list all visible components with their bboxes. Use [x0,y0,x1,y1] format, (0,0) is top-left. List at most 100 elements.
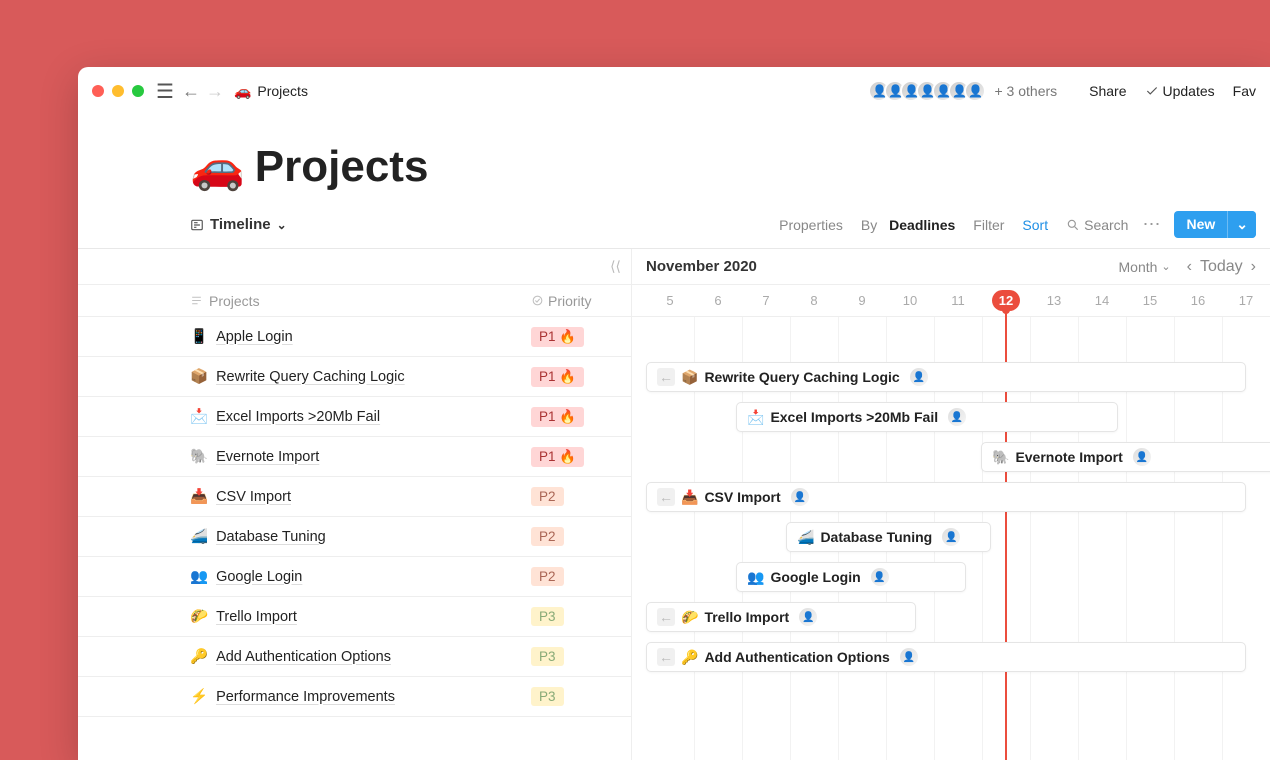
priority-cell[interactable]: P1 🔥 [531,407,631,427]
timeline-bar[interactable]: 🐘Evernote Import👤 [981,442,1270,472]
bar-emoji: 🚄 [797,529,814,546]
table-row[interactable]: 📱Apple LoginP1 🔥 [78,317,631,357]
table-row[interactable]: ⚡Performance ImprovementsP3 [78,677,631,717]
bar-drag-handle-icon[interactable]: ← [657,648,675,666]
project-title-cell[interactable]: ⚡Performance Improvements [190,688,531,705]
date-cell[interactable]: 6 [694,293,742,308]
nav-arrows: ← → [182,81,224,102]
priority-cell[interactable]: P3 [531,607,631,626]
priority-cell[interactable]: P1 🔥 [531,447,631,467]
hamburger-menu-icon[interactable]: ☰ [156,79,174,104]
table-row[interactable]: 📩Excel Imports >20Mb FailP1 🔥 [78,397,631,437]
timeline-bar[interactable]: 🚄Database Tuning👤 [786,522,991,552]
date-cell[interactable]: 16 [1174,293,1222,308]
date-cell[interactable]: 9 [838,293,886,308]
search-button[interactable]: Search [1066,217,1128,233]
priority-cell[interactable]: P3 [531,687,631,706]
project-title: CSV Import [216,489,291,505]
search-icon [1066,218,1080,232]
minimize-window-icon[interactable] [112,85,124,97]
date-cell[interactable]: 13 [1030,293,1078,308]
project-title-cell[interactable]: 🐘Evernote Import [190,448,531,465]
sort-button[interactable]: Sort [1022,217,1048,233]
collaborator-avatars[interactable]: 👤 👤 👤 👤 👤 👤 👤 [874,80,986,102]
priority-badge: P1 🔥 [531,367,584,387]
project-title-cell[interactable]: 📦Rewrite Query Caching Logic [190,368,531,385]
updates-label: Updates [1163,83,1215,99]
more-options-button[interactable]: ⋯ [1142,214,1160,235]
collapse-left-button[interactable]: ⟨⟨ [78,249,631,285]
group-by-button[interactable]: By Deadlines [861,217,955,233]
date-cell[interactable]: 10 [886,293,934,308]
properties-button[interactable]: Properties [779,217,843,233]
today-button[interactable]: Today [1200,258,1243,276]
date-cell[interactable]: 14 [1078,293,1126,308]
filter-button[interactable]: Filter [973,217,1004,233]
date-cell[interactable]: 5 [646,293,694,308]
table-row[interactable]: 🌮Trello ImportP3 [78,597,631,637]
maximize-window-icon[interactable] [132,85,144,97]
assignee-avatar: 👤 [900,648,918,666]
others-count[interactable]: + 3 others [994,83,1057,99]
project-title-cell[interactable]: 🚄Database Tuning [190,528,531,545]
timeline-body[interactable]: ←📦Rewrite Query Caching Logic👤 📩Excel Imp… [632,317,1270,760]
project-title: Add Authentication Options [216,649,391,665]
bar-drag-handle-icon[interactable]: ← [657,608,675,626]
priority-column-header[interactable]: Priority [531,293,631,309]
timeline-bar[interactable]: ←🔑Add Authentication Options👤 [646,642,1246,672]
priority-cell[interactable]: P2 [531,567,631,586]
priority-cell[interactable]: P1 🔥 [531,367,631,387]
bar-drag-handle-icon[interactable]: ← [657,488,675,506]
table-row[interactable]: 🔑Add Authentication OptionsP3 [78,637,631,677]
projects-column-header[interactable]: Projects [190,293,531,309]
timeline-scale-select[interactable]: Month ⌄ [1119,259,1171,275]
priority-cell[interactable]: P2 [531,527,631,546]
search-label: Search [1084,217,1128,233]
new-button-dropdown[interactable]: ⌄ [1227,211,1256,238]
timeline-bar[interactable]: 📩Excel Imports >20Mb Fail👤 [736,402,1118,432]
priority-cell[interactable]: P3 [531,647,631,666]
share-button[interactable]: Share [1089,83,1126,99]
project-title-cell[interactable]: 🔑Add Authentication Options [190,648,531,665]
date-cell[interactable]: 17 [1222,293,1270,308]
date-cell[interactable]: 7 [742,293,790,308]
timeline-bar[interactable]: ←📦Rewrite Query Caching Logic👤 [646,362,1246,392]
table-row[interactable]: 👥Google LoginP2 [78,557,631,597]
left-column: ⟨⟨ Projects Priority 📱Apple LoginP1 🔥📦Re… [78,249,632,760]
close-window-icon[interactable] [92,85,104,97]
updates-button[interactable]: Updates [1145,83,1215,99]
date-cell[interactable]: 15 [1126,293,1174,308]
prev-period-icon[interactable]: ‹ [1187,258,1192,276]
nav-forward-icon[interactable]: → [206,81,224,102]
project-title-cell[interactable]: 📩Excel Imports >20Mb Fail [190,408,531,425]
breadcrumb-label: Projects [257,83,308,99]
date-cell[interactable]: 11 [934,293,982,308]
bar-drag-handle-icon[interactable]: ← [657,368,675,386]
project-emoji: 🐘 [190,448,208,465]
project-title-cell[interactable]: 👥Google Login [190,568,531,585]
view-selector[interactable]: Timeline ⌄ [190,216,287,233]
page-title[interactable]: 🚗 Projects [190,141,1254,193]
new-button[interactable]: New ⌄ [1174,211,1256,238]
next-period-icon[interactable]: › [1251,258,1256,276]
project-title-cell[interactable]: 📱Apple Login [190,328,531,345]
bar-title: Trello Import [704,609,789,625]
table-row[interactable]: 📦Rewrite Query Caching LogicP1 🔥 [78,357,631,397]
timeline-column: November 2020 Month ⌄ ‹ Today › 56789101… [632,249,1270,760]
timeline-bar[interactable]: ←🌮Trello Import👤 [646,602,916,632]
favorite-button[interactable]: Fav [1233,83,1256,99]
priority-cell[interactable]: P1 🔥 [531,327,631,347]
nav-back-icon[interactable]: ← [182,81,200,102]
table-row[interactable]: 🚄Database TuningP2 [78,517,631,557]
date-cell[interactable]: 8 [790,293,838,308]
project-title-cell[interactable]: 🌮Trello Import [190,608,531,625]
timeline-bar[interactable]: 👥Google Login👤 [736,562,966,592]
by-value: Deadlines [889,217,955,233]
breadcrumb[interactable]: 🚗 Projects [234,83,308,100]
project-title-cell[interactable]: 📥CSV Import [190,488,531,505]
table-row[interactable]: 📥CSV ImportP2 [78,477,631,517]
timeline-bar[interactable]: ←📥CSV Import👤 [646,482,1246,512]
avatar: 👤 [964,80,986,102]
priority-cell[interactable]: P2 [531,487,631,506]
table-row[interactable]: 🐘Evernote ImportP1 🔥 [78,437,631,477]
